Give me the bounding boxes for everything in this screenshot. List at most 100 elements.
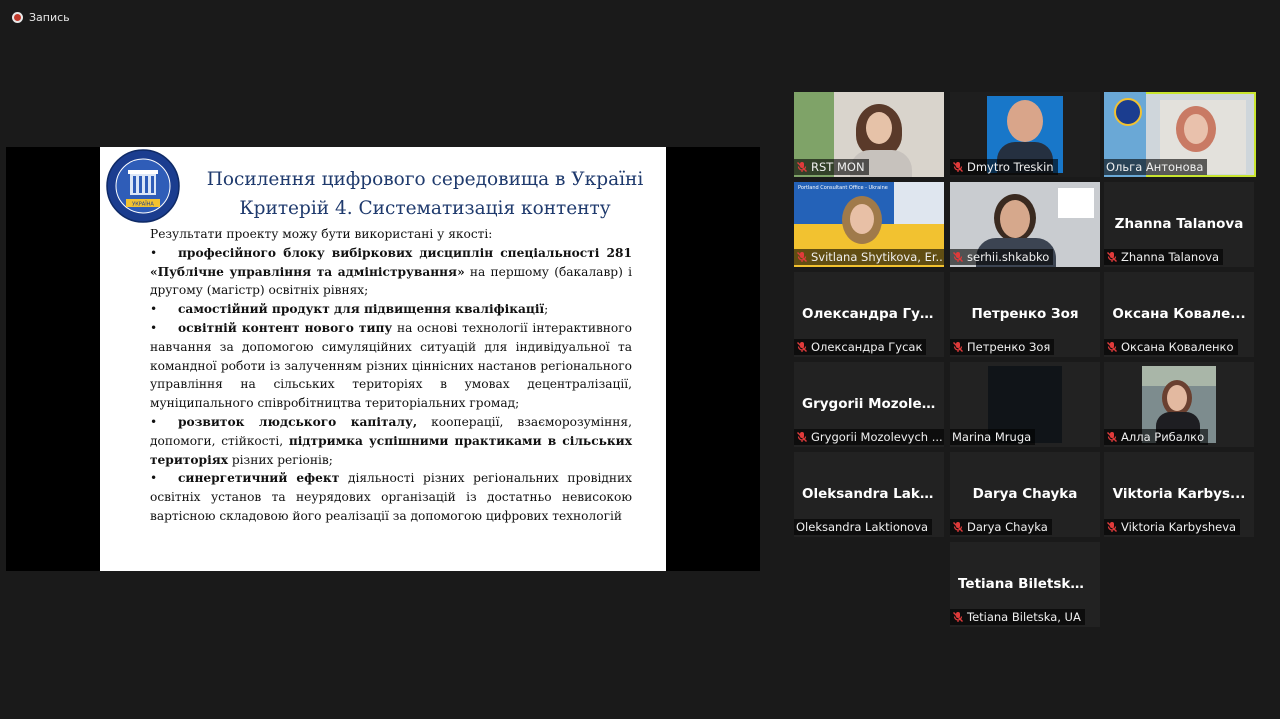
video-face — [1000, 200, 1030, 238]
participant-tile[interactable]: Zhanna Talanova Zhanna Talanova — [1104, 182, 1254, 267]
participant-tile-active-speaker[interactable]: Ольга Антонова — [1104, 92, 1256, 177]
bullet-2-text: ; — [544, 302, 549, 317]
participant-label: Viktoria Karbysheva — [1104, 519, 1241, 535]
participant-name: Оксана Коваленко — [1121, 340, 1234, 354]
participant-label: Олександра Гусак — [794, 339, 927, 355]
participant-name: Oleksandra Laktionova — [796, 520, 929, 534]
participant-name: Tetiana Biletska, UA — [967, 610, 1081, 624]
mic-muted-icon — [953, 522, 963, 532]
mic-muted-icon — [797, 342, 807, 352]
participant-name: serhii.shkabko — [967, 250, 1050, 264]
participant-display-name: Петренко Зоя — [971, 306, 1079, 322]
participant-tile[interactable]: Оксана Ковале... Оксана Коваленко — [1104, 272, 1254, 357]
participant-label: RST MON — [794, 159, 869, 175]
shared-screen: УКРАЇНА Посилення цифрового середовища в… — [6, 147, 760, 571]
participant-name: Darya Chayka — [967, 520, 1048, 534]
mic-muted-icon — [1107, 522, 1117, 532]
participant-tile[interactable]: Tetiana Biletska,... Tetiana Biletska, U… — [950, 542, 1100, 627]
participant-label: Svitlana Shytikova, Er... — [794, 249, 944, 265]
bullet-2-bold: самостійний продукт для підвищення квалі… — [178, 302, 545, 317]
video-face — [850, 204, 874, 234]
participant-tile[interactable]: Петренко Зоя Петренко Зоя — [950, 272, 1100, 357]
presentation-slide: УКРАЇНА Посилення цифрового середовища в… — [100, 147, 666, 571]
bullet-5: • синергетичний ефект діяльності різних р… — [150, 469, 632, 525]
participant-name: Marina Mruga — [952, 430, 1032, 444]
participant-label: Marina Mruga — [950, 429, 1036, 445]
participant-label: Tetiana Biletska, UA — [950, 609, 1085, 625]
video-face — [866, 112, 892, 144]
bullet-5-bold: синергетичний ефект — [178, 471, 340, 486]
participant-display-name: Олександра Гус... — [802, 306, 944, 322]
participant-tile[interactable]: Grygorii Mozole... Grygorii Mozolevych .… — [794, 362, 944, 447]
participant-label: Oleksandra Laktionova — [794, 519, 933, 535]
bullet-3-bold: освітній контент нового типу — [178, 320, 393, 335]
participant-display-name: Oleksandra Lakt... — [802, 486, 942, 502]
participant-label: Zhanna Talanova — [1104, 249, 1224, 265]
participant-name: Grygorii Mozolevych ... — [811, 430, 943, 444]
participant-tile[interactable]: Алла Рибалко — [1104, 362, 1254, 447]
participant-name: Алла Рибалко — [1121, 430, 1205, 444]
participant-label: Dmytro Treskin — [950, 159, 1058, 175]
participant-name: Ольга Антонова — [1106, 160, 1204, 174]
record-icon — [12, 12, 23, 23]
logo-text: УКРАЇНА — [132, 201, 154, 208]
participant-label: serhii.shkabko — [950, 249, 1054, 265]
participant-name: Dmytro Treskin — [967, 160, 1054, 174]
slide-title: Посилення цифрового середовища в Україні… — [195, 165, 655, 223]
participant-tile[interactable]: Viktoria Karbys... Viktoria Karbysheva — [1104, 452, 1254, 537]
mic-muted-icon — [797, 162, 807, 172]
mic-muted-icon — [953, 252, 963, 262]
participant-tile[interactable]: Олександра Гус... Олександра Гусак — [794, 272, 944, 357]
participant-name: Viktoria Karbysheva — [1121, 520, 1237, 534]
participant-tile[interactable]: Portland Consultant Office - Ukraine Svi… — [794, 182, 944, 267]
bullet-2: • самостійний продукт для підвищення квал… — [150, 300, 632, 319]
mic-muted-icon — [1107, 252, 1117, 262]
participant-name: RST MON — [811, 160, 865, 174]
video-poster — [894, 182, 944, 224]
slide-title-line2: Критерій 4. Систематизація контенту — [239, 198, 611, 219]
bullet-marker: • — [150, 414, 158, 429]
bullet-marker: • — [150, 471, 158, 486]
bullet-4: • розвиток людського капіталу, кооперації… — [150, 413, 632, 469]
participant-tile[interactable]: RST MON — [794, 92, 944, 177]
participant-tile[interactable]: serhii.shkabko — [950, 182, 1100, 267]
mic-muted-icon — [953, 342, 963, 352]
mic-muted-icon — [953, 612, 963, 622]
participant-label: Алла Рибалко — [1104, 429, 1209, 445]
bullet-4-text2: різних регіонів; — [227, 452, 333, 467]
bullet-1: • професійного блоку вибіркових дисциплін… — [150, 244, 632, 300]
mic-muted-icon — [1107, 432, 1117, 442]
participant-tile[interactable]: Marina Mruga — [950, 362, 1100, 447]
participant-tile[interactable]: Oleksandra Lakt... Oleksandra Laktionova — [794, 452, 944, 537]
participant-display-name: Darya Chayka — [972, 486, 1078, 502]
mic-muted-icon — [1107, 342, 1117, 352]
participant-name: Svitlana Shytikova, Er... — [811, 250, 944, 264]
participant-label: Darya Chayka — [950, 519, 1052, 535]
mic-muted-icon — [953, 162, 963, 172]
mic-muted-icon — [797, 252, 807, 262]
participant-tile[interactable]: Dmytro Treskin — [950, 92, 1100, 177]
slide-title-line1: Посилення цифрового середовища в Україні — [206, 169, 644, 190]
video-emblem — [1114, 98, 1142, 126]
bullet-3: • освітній контент нового типу на основі … — [150, 319, 632, 413]
participant-display-name: Zhanna Talanova — [1114, 216, 1244, 232]
participant-name: Петренко Зоя — [967, 340, 1051, 354]
participant-name: Zhanna Talanova — [1121, 250, 1220, 264]
video-wall-board — [1058, 188, 1094, 218]
recording-indicator[interactable]: Запись — [12, 11, 70, 24]
participant-display-name: Tetiana Biletska,... — [958, 576, 1100, 592]
bullet-4-bold: розвиток людського капіталу, — [178, 414, 418, 429]
slide-intro: Результати проекту можу бути використані… — [150, 227, 493, 241]
recording-label: Запись — [29, 11, 70, 24]
participant-label: Петренко Зоя — [950, 339, 1055, 355]
mic-muted-icon — [797, 432, 807, 442]
slide-body: Результати проекту можу бути використані… — [150, 225, 632, 526]
participant-label: Grygorii Mozolevych ... — [794, 429, 944, 445]
participant-tile[interactable]: Darya Chayka Darya Chayka — [950, 452, 1100, 537]
participant-label: Ольга Антонова — [1104, 159, 1208, 175]
bullet-marker: • — [150, 320, 158, 335]
bullet-marker: • — [150, 302, 158, 317]
participant-display-name: Оксана Ковале... — [1112, 306, 1246, 322]
participant-display-name: Viktoria Karbys... — [1112, 486, 1246, 502]
participant-display-name: Grygorii Mozole... — [802, 396, 938, 412]
